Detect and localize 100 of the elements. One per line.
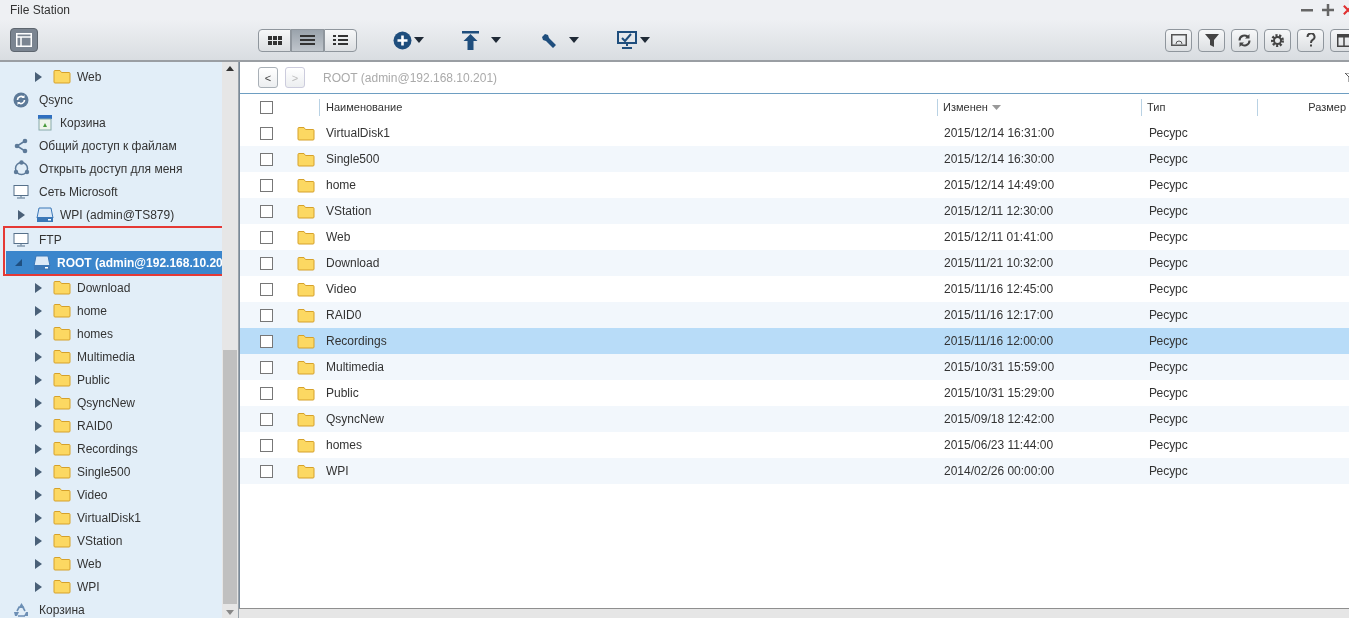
row-checkbox[interactable] — [260, 178, 273, 192]
expand-arrow-icon[interactable] — [35, 328, 42, 339]
view-mode-button[interactable] — [324, 28, 357, 52]
file-row[interactable]: VStation 2015/12/11 12:30:00 Ресурс — [240, 198, 1349, 224]
expand-arrow-icon[interactable] — [35, 535, 42, 546]
file-row[interactable]: WPI 2014/02/26 00:00:00 Ресурс — [240, 458, 1349, 484]
tree-item[interactable]: RAID0 — [0, 414, 222, 437]
expand-arrow-icon[interactable] — [35, 420, 42, 431]
expand-arrow-icon[interactable] — [35, 282, 42, 293]
tree-item[interactable]: Qsync — [0, 88, 222, 111]
panel-toggle-button[interactable] — [10, 28, 38, 52]
help-button[interactable] — [1297, 28, 1324, 52]
expand-arrow-icon[interactable] — [35, 466, 42, 477]
row-checkbox[interactable] — [260, 386, 273, 400]
row-checkbox[interactable] — [260, 360, 273, 374]
tree-item[interactable]: Recordings — [0, 437, 222, 460]
file-name: Video — [326, 282, 357, 296]
row-checkbox[interactable] — [260, 282, 273, 296]
file-row[interactable]: Recordings 2015/11/16 12:00:00 Ресурс — [240, 328, 1349, 354]
refresh-button[interactable] — [1231, 28, 1258, 52]
tree-item[interactable]: homes — [0, 322, 222, 345]
expand-arrow-icon[interactable] — [35, 581, 42, 592]
tree-item[interactable]: ROOT (admin@192.168.10.20 — [6, 251, 222, 274]
file-row[interactable]: home 2015/12/14 14:49:00 Ресурс — [240, 172, 1349, 198]
tree-item[interactable]: VStation — [0, 529, 222, 552]
row-checkbox[interactable] — [260, 204, 273, 218]
column-header[interactable]: Наименование — [326, 101, 403, 113]
caret-icon[interactable] — [491, 37, 501, 43]
file-row[interactable]: Download 2015/11/21 10:32:00 Ресурс — [240, 250, 1349, 276]
select-all-checkbox[interactable] — [260, 100, 273, 114]
tree-item[interactable]: WPI — [0, 575, 222, 598]
file-row[interactable]: Single500 2015/12/14 16:30:00 Ресурс — [240, 146, 1349, 172]
file-row[interactable]: VirtualDisk1 2015/12/14 16:31:00 Ресурс — [240, 120, 1349, 146]
file-row[interactable]: homes 2015/06/23 11:44:00 Ресурс — [240, 432, 1349, 458]
file-row[interactable]: Video 2015/11/16 12:45:00 Ресурс — [240, 276, 1349, 302]
path-text: ROOT (admin@192.168.10.201) — [323, 70, 498, 85]
file-row[interactable]: RAID0 2015/11/16 12:17:00 Ресурс — [240, 302, 1349, 328]
tree-item[interactable]: Web — [0, 65, 222, 88]
scroll-down-icon[interactable] — [226, 610, 234, 615]
tree-item[interactable]: WPI (admin@TS879) — [0, 203, 222, 226]
row-checkbox[interactable] — [260, 126, 273, 140]
expand-arrow-icon[interactable] — [35, 558, 42, 569]
expand-arrow-icon[interactable] — [35, 305, 42, 316]
tree-item[interactable]: Корзина — [0, 598, 222, 618]
back-button[interactable]: < — [258, 67, 278, 88]
file-row[interactable]: Multimedia 2015/10/31 15:59:00 Ресурс — [240, 354, 1349, 380]
columns-button[interactable] — [1330, 28, 1349, 52]
maximize-icon[interactable] — [1322, 4, 1334, 16]
caret-icon[interactable] — [569, 37, 579, 43]
expand-arrow-icon[interactable] — [35, 351, 42, 362]
row-checkbox[interactable] — [260, 230, 273, 244]
row-checkbox[interactable] — [260, 256, 273, 270]
tree-item[interactable]: Сеть Microsoft — [0, 180, 222, 203]
file-row[interactable]: Web 2015/12/11 01:41:00 Ресурс — [240, 224, 1349, 250]
tree-item[interactable]: Multimedia — [0, 345, 222, 368]
settings-button[interactable] — [1264, 28, 1291, 52]
file-type: Ресурс — [1149, 178, 1188, 192]
row-checkbox[interactable] — [260, 308, 273, 322]
file-row[interactable]: Public 2015/10/31 15:29:00 Ресурс — [240, 380, 1349, 406]
scroll-up-icon[interactable] — [226, 66, 234, 71]
expand-arrow-icon[interactable] — [35, 443, 42, 454]
view-mode-button[interactable] — [291, 28, 324, 52]
view-mode-button[interactable] — [258, 28, 291, 52]
caret-icon[interactable] — [414, 37, 424, 43]
file-row[interactable]: QsyncNew 2015/09/18 12:42:00 Ресурс — [240, 406, 1349, 432]
tree-item[interactable]: Общий доступ к файлам — [0, 134, 222, 157]
tree-item[interactable]: Корзина — [0, 111, 222, 134]
tree-item[interactable]: home — [0, 299, 222, 322]
row-checkbox[interactable] — [260, 334, 273, 348]
expand-arrow-icon[interactable] — [18, 209, 25, 220]
sort-descending-icon[interactable] — [991, 104, 1001, 110]
caret-icon[interactable] — [640, 37, 650, 43]
column-header[interactable]: Размер — [1308, 101, 1346, 113]
expand-arrow-icon[interactable] — [35, 489, 42, 500]
add-icon[interactable] — [393, 30, 412, 50]
upload-icon[interactable] — [462, 30, 479, 50]
scrollbar[interactable] — [222, 62, 238, 618]
column-header[interactable]: Изменен — [943, 101, 988, 113]
tree-item[interactable]: Download — [0, 276, 222, 299]
folder-icon — [297, 125, 315, 141]
row-checkbox[interactable] — [260, 438, 273, 452]
tree-item[interactable]: Web — [0, 552, 222, 575]
expand-arrow-icon[interactable] — [35, 397, 42, 408]
screen-cast-button[interactable] — [1165, 28, 1192, 52]
expand-arrow-icon[interactable] — [35, 374, 42, 385]
tree-item[interactable]: FTP — [5, 228, 224, 251]
row-checkbox[interactable] — [260, 464, 273, 478]
tree-item[interactable]: QsyncNew — [0, 391, 222, 414]
tree-item[interactable]: Public — [0, 368, 222, 391]
expand-arrow-icon[interactable] — [35, 512, 42, 523]
tree-item[interactable]: Single500 — [0, 460, 222, 483]
row-checkbox[interactable] — [260, 152, 273, 166]
tree-item[interactable]: Открыть доступ для меня — [0, 157, 222, 180]
expand-arrow-icon[interactable] — [35, 71, 42, 82]
monitor-check-icon[interactable] — [617, 31, 637, 49]
filter-button[interactable] — [1198, 28, 1225, 52]
row-checkbox[interactable] — [260, 412, 273, 426]
tree-item[interactable]: Video — [0, 483, 222, 506]
tree-item[interactable]: VirtualDisk1 — [0, 506, 222, 529]
column-header[interactable]: Тип — [1147, 101, 1166, 113]
